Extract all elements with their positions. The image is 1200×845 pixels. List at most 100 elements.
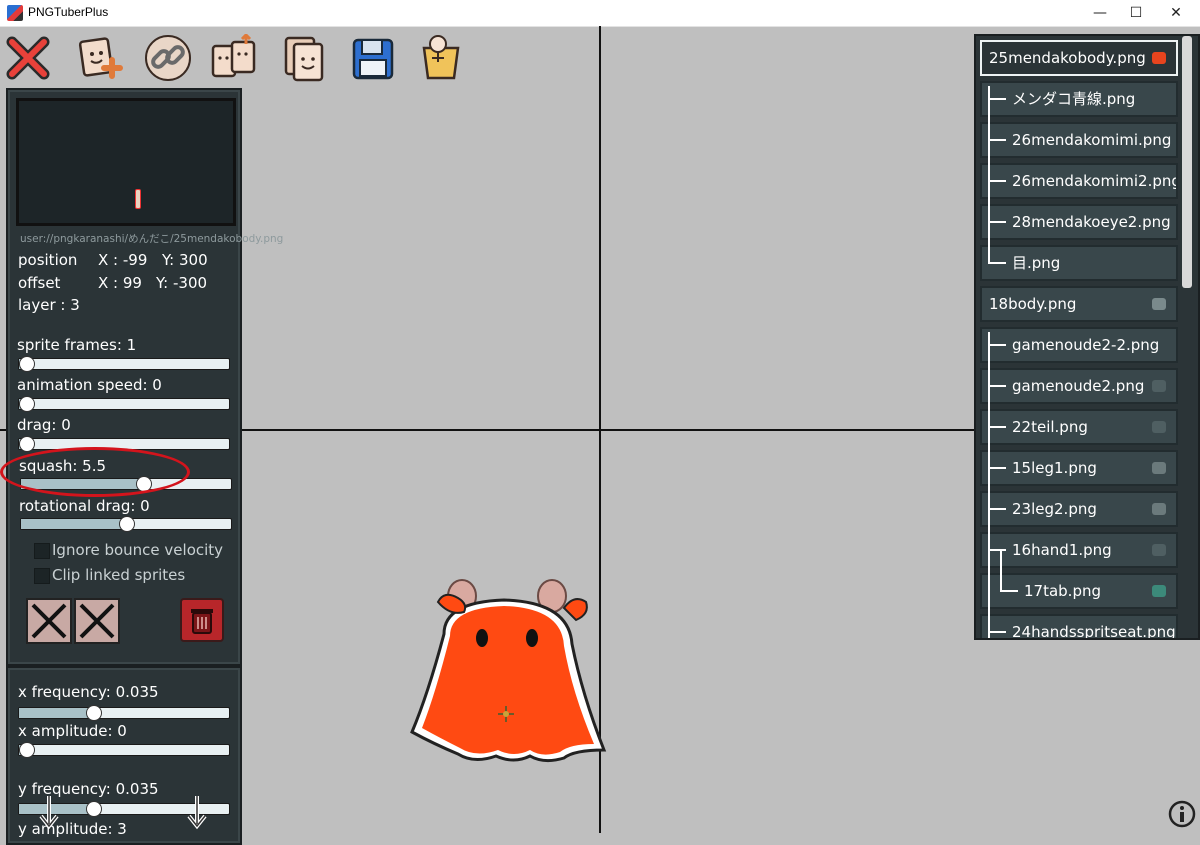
close-x-icon[interactable] — [4, 34, 52, 82]
tree-connector — [988, 508, 1006, 510]
x-frequency-label: x frequency: 0.035 — [18, 683, 159, 701]
layer-item[interactable]: メンダコ青線.png — [980, 81, 1178, 117]
sprite-path: user://pngkaranashi/めんだこ/25mendakobody.p… — [20, 233, 284, 245]
layer-thumbnail — [1152, 462, 1166, 474]
y-amplitude-label: y amplitude: 3 — [18, 820, 127, 838]
tree-connector — [988, 385, 1006, 387]
layer-item[interactable]: 24handsspritseat.png — [980, 614, 1178, 640]
tree-connector — [988, 98, 1006, 100]
squash-highlight-annotation — [0, 447, 190, 497]
layer-name: gamenoude2.png — [1012, 377, 1145, 395]
layer-item[interactable]: 目.png — [980, 245, 1178, 281]
drag-label: drag: 0 — [17, 416, 71, 434]
layer-name: 25mendakobody.png — [989, 49, 1146, 67]
sprite-frames-slider[interactable] — [18, 356, 230, 372]
slider-knob[interactable] — [85, 705, 102, 721]
title-bar: PNGTuberPlus — ☐ ✕ — [0, 0, 1200, 27]
sprite-frames-label: sprite frames: 1 — [17, 336, 137, 354]
rotational-drag-label: rotational drag: 0 — [19, 497, 150, 515]
tree-connector — [988, 221, 1006, 223]
x-frequency-slider[interactable] — [18, 705, 230, 721]
layer-thumbnail — [1152, 544, 1166, 556]
slider-knob[interactable] — [19, 356, 35, 372]
preview-sprite-thumbnail — [135, 189, 141, 209]
tree-connector — [988, 86, 990, 262]
info-icon[interactable] — [1168, 800, 1196, 828]
swap-sprites-icon[interactable] — [210, 32, 258, 82]
layer-item[interactable]: 25mendakobody.png — [980, 40, 1178, 76]
position-y: Y: 300 — [162, 251, 208, 269]
slider-knob[interactable] — [19, 436, 35, 452]
layer-name: gamenoude2-2.png — [1012, 336, 1160, 354]
slider-knob[interactable] — [85, 801, 102, 817]
add-sprite-icon[interactable] — [76, 34, 124, 82]
layer-item[interactable]: gamenoude2.png — [980, 368, 1178, 404]
delete-sprite-button[interactable] — [180, 598, 224, 642]
layer-name: 18body.png — [989, 295, 1077, 313]
tree-connector — [988, 426, 1006, 428]
clear-parent-button[interactable] — [74, 598, 120, 644]
maximize-button[interactable]: ☐ — [1116, 0, 1156, 26]
x-amplitude-slider[interactable] — [18, 742, 230, 758]
layer-name: 26mendakomimi.png — [1012, 131, 1172, 149]
tree-connector — [988, 631, 1006, 633]
layer-name: 24handsspritseat.png — [1012, 623, 1176, 640]
sprite-settings-panel: user://pngkaranashi/めんだこ/25mendakobody.p… — [6, 88, 283, 666]
costume-icon[interactable] — [418, 34, 466, 82]
layer-name: 23leg2.png — [1012, 500, 1097, 518]
ignore-bounce-velocity-label: Ignore bounce velocity — [52, 541, 224, 559]
offset-label: offset — [18, 274, 61, 292]
slider-fill — [21, 519, 126, 529]
save-icon[interactable] — [350, 34, 398, 82]
offset-y: Y: -300 — [156, 274, 208, 292]
layer-name: 26mendakomimi2.png — [1012, 172, 1178, 190]
tree-connector — [988, 549, 1006, 551]
window-title: PNGTuberPlus — [28, 5, 109, 19]
rotational-drag-slider[interactable] — [20, 516, 232, 532]
app-icon — [7, 5, 23, 21]
clip-linked-sprites-checkbox[interactable] — [34, 568, 50, 584]
layer-item[interactable]: 28mendakoeye2.png — [980, 204, 1178, 240]
layer-thumbnail — [1152, 380, 1166, 392]
ignore-bounce-velocity-checkbox[interactable] — [34, 543, 50, 559]
layer-name: 16hand1.png — [1012, 541, 1112, 559]
x-mark-icon — [31, 603, 67, 639]
tree-connector — [988, 467, 1006, 469]
down-arrow-icon — [187, 796, 207, 830]
slider-knob[interactable] — [19, 742, 35, 758]
layer-item[interactable]: 22teil.png — [980, 409, 1178, 445]
layer-thumbnail — [1152, 298, 1166, 310]
duplicate-icon[interactable] — [280, 34, 328, 82]
layer-item[interactable]: 26mendakomimi.png — [980, 122, 1178, 158]
unlink-button[interactable] — [26, 598, 72, 644]
layer-item[interactable]: 18body.png — [980, 286, 1178, 322]
layer-item[interactable]: 15leg1.png — [980, 450, 1178, 486]
mendako-character-sprite[interactable] — [404, 574, 614, 774]
layer-list-panel: 25mendakobody.png メンダコ青線.png 26mendakomi… — [974, 34, 1200, 640]
position-x: X : -99 — [98, 251, 148, 269]
close-window-button[interactable]: ✕ — [1156, 0, 1196, 26]
tree-connector — [988, 332, 990, 638]
slider-knob[interactable] — [119, 516, 135, 532]
tree-connector — [1000, 590, 1018, 592]
layer-list-scrollbar[interactable] — [1182, 36, 1192, 288]
layer-name: 15leg1.png — [1012, 459, 1097, 477]
link-icon[interactable] — [144, 34, 192, 82]
layer-item[interactable]: gamenoude2-2.png — [980, 327, 1178, 363]
slider-knob[interactable] — [19, 396, 35, 412]
layer-label: layer : 3 — [18, 296, 80, 314]
offset-x: X : 99 — [98, 274, 142, 292]
layer-name: 22teil.png — [1012, 418, 1088, 436]
layer-item[interactable]: 26mendakomimi2.png — [980, 163, 1178, 199]
layer-item[interactable]: 16hand1.png — [980, 532, 1178, 568]
layer-thumbnail — [1152, 421, 1166, 433]
clip-linked-sprites-label: Clip linked sprites — [52, 566, 186, 584]
animation-speed-slider[interactable] — [18, 396, 230, 412]
down-arrow-icon — [39, 796, 59, 830]
tree-connector — [988, 180, 1006, 182]
tree-connector — [1000, 551, 1002, 591]
layer-item[interactable]: 23leg2.png — [980, 491, 1178, 527]
minimize-button[interactable]: — — [1080, 0, 1120, 26]
slider-fill — [19, 708, 93, 718]
layer-name: 28mendakoeye2.png — [1012, 213, 1171, 231]
